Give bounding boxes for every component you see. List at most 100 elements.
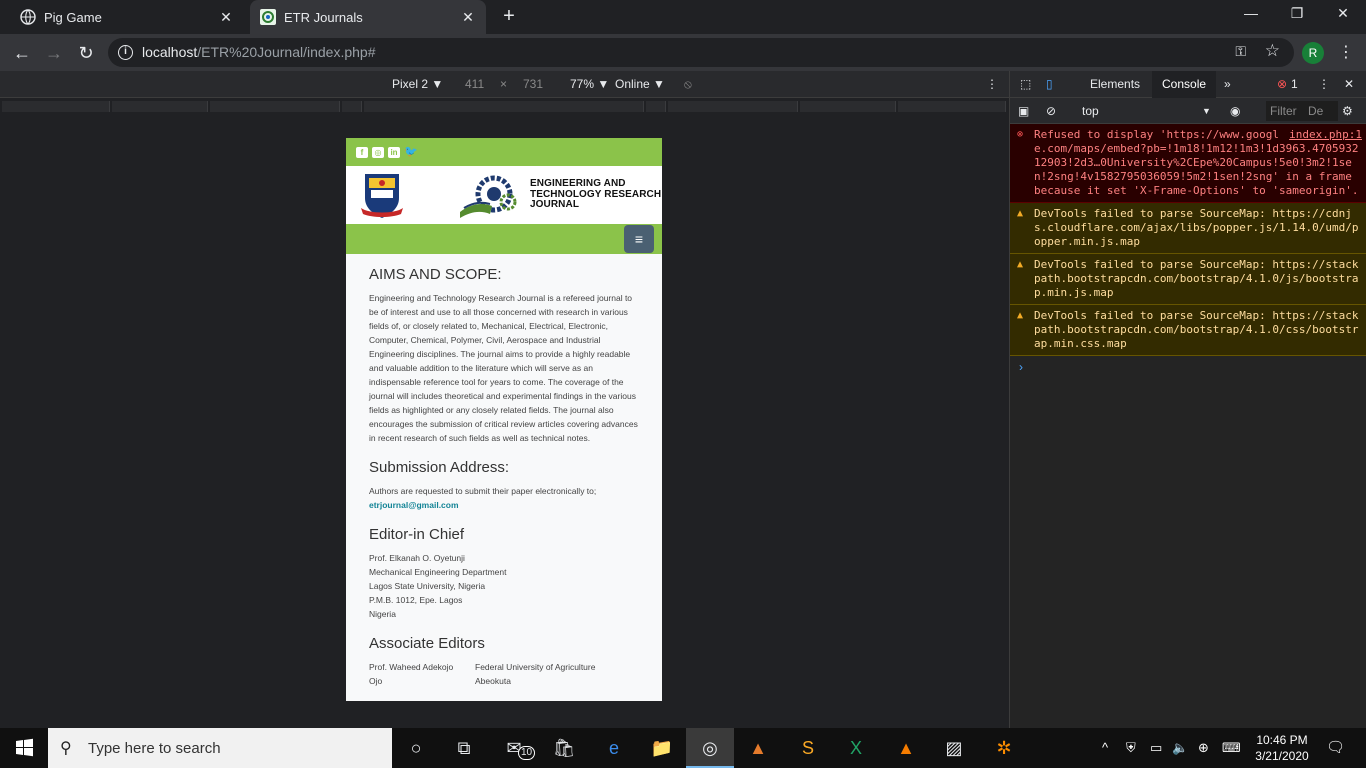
live-expression-eye-icon[interactable]: ◉ <box>1230 104 1240 118</box>
mail-icon[interactable]: ✉ 10 <box>490 728 538 768</box>
tab-pig-game[interactable]: Pig Game ✕ <box>0 0 244 34</box>
mobile-page[interactable]: f ◎ in 🐦 ENGINEERING AND TECHNOLOGY RESE… <box>346 138 662 701</box>
device-toggle-icon[interactable]: ▯ <box>1046 77 1053 91</box>
excel-icon[interactable]: X <box>832 728 880 768</box>
aims-text: Engineering and Technology Research Jour… <box>369 293 638 443</box>
tab-close-icon[interactable]: ✕ <box>460 9 476 25</box>
chrome-icon[interactable]: ◎ <box>686 728 734 768</box>
console-settings-gear-icon[interactable]: ⚙ <box>1342 104 1353 118</box>
console-error-message: ⊗ index.php:1 Refused to display 'https:… <box>1010 124 1366 203</box>
defender-icon[interactable]: ⛨ <box>1126 740 1136 756</box>
log-levels-select[interactable]: De <box>1308 104 1323 118</box>
twitter-icon[interactable]: 🐦 <box>404 147 418 158</box>
context-select[interactable]: top <box>1082 104 1099 118</box>
info-icon[interactable]: i <box>118 45 133 60</box>
media-query-bar <box>0 98 1009 116</box>
linkedin-icon[interactable]: in <box>388 147 400 158</box>
tab-title: ETR Journals <box>284 9 363 25</box>
taskbar-search[interactable]: ⚲ Type here to search <box>48 728 392 768</box>
zoom-select[interactable]: 77% ▼ <box>570 77 609 91</box>
tab-elements[interactable]: Elements <box>1090 77 1140 91</box>
message-text[interactable]: DevTools failed to parse SourceMap: http… <box>1034 207 1359 248</box>
viewport-width[interactable]: 411 <box>465 77 484 91</box>
viewport-height[interactable]: 731 <box>523 77 543 91</box>
notifications-icon[interactable]: 🗨 <box>1326 738 1345 756</box>
console-messages: ⊗ index.php:1 Refused to display 'https:… <box>1010 124 1366 374</box>
message-text[interactable]: DevTools failed to parse SourceMap: http… <box>1034 309 1359 350</box>
windows-taskbar: ⚲ Type here to search ○ ⧉ ✉ 10 🛍 e 📁 ◎ ▲ … <box>0 728 1366 768</box>
photos-icon[interactable]: ▨ <box>930 728 978 768</box>
facebook-icon[interactable]: f <box>356 147 368 158</box>
error-count: 1 <box>1291 77 1298 91</box>
show-hidden-icons[interactable]: ^ <box>1102 740 1108 755</box>
network-globe-icon[interactable]: ⊕ <box>1198 740 1209 756</box>
clock-date: 3/21/2020 <box>1255 749 1309 763</box>
emulated-viewport: f ◎ in 🐦 ENGINEERING AND TECHNOLOGY RESE… <box>0 116 1009 728</box>
devtools-menu-icon[interactable]: ⋮ <box>1318 77 1330 91</box>
instagram-icon[interactable]: ◎ <box>372 147 384 158</box>
window-close-button[interactable]: ✕ <box>1328 5 1358 22</box>
throttle-select[interactable]: Online ▼ <box>615 77 665 91</box>
xampp-icon[interactable]: ✲ <box>980 728 1028 768</box>
task-view-icon[interactable]: ⧉ <box>440 728 488 768</box>
error-icon: ⊗ <box>1017 129 1024 140</box>
console-warning-message: ▲ DevTools failed to parse SourceMap: ht… <box>1010 254 1366 305</box>
university-crest-logo <box>361 174 403 218</box>
mail-badge: 10 <box>518 746 536 760</box>
tab-console[interactable]: Console <box>1152 71 1217 98</box>
battery-icon[interactable]: ▭ <box>1150 740 1162 756</box>
back-icon[interactable]: ← <box>10 41 34 65</box>
volume-icon[interactable]: 🔈 <box>1172 740 1188 756</box>
console-prompt[interactable]: › <box>1010 356 1366 374</box>
sublime-text-icon[interactable]: S <box>784 728 832 768</box>
console-filter-input[interactable]: Filter <box>1266 101 1338 121</box>
matlab-icon[interactable]: ▲ <box>734 728 782 768</box>
editor-section: Editor-in Chief Prof. Elkanah O. Oyetunj… <box>369 526 639 621</box>
aims-heading: AIMS AND SCOPE: <box>369 266 502 283</box>
device-toolbar-menu-icon[interactable]: ⋮ <box>986 77 998 91</box>
rotate-icon[interactable]: ⦸ <box>684 77 692 92</box>
devtools-panel: ⬚ ▯ Elements Console » ⊗ 1 ⋮ ✕ ▣ ⊘ top ▼… <box>1009 71 1366 728</box>
windows-start-icon[interactable] <box>0 728 48 768</box>
clear-console-icon[interactable]: ⊘ <box>1046 104 1056 118</box>
browser-menu-icon[interactable]: ⋮ <box>1338 42 1354 62</box>
vlc-icon[interactable]: ▲ <box>882 728 930 768</box>
browser-toolbar: ← → ↻ i localhost/ETR%20Journal/index.ph… <box>0 34 1366 71</box>
file-explorer-icon[interactable]: 📁 <box>638 728 686 768</box>
edge-icon[interactable]: e <box>590 728 638 768</box>
address-bar[interactable]: i localhost/ETR%20Journal/index.php# ⚿ ☆ <box>108 38 1294 67</box>
associate-row: Ojo Abeokuta <box>369 674 639 688</box>
tab-close-icon[interactable]: ✕ <box>218 9 234 25</box>
keyboard-icon[interactable]: ⌨ <box>1222 740 1241 756</box>
new-tab-button[interactable]: + <box>498 5 520 28</box>
bookmark-star-icon[interactable]: ☆ <box>1265 41 1280 61</box>
clock-time: 10:46 PM <box>1256 733 1308 747</box>
url-text[interactable]: localhost/ETR%20Journal/index.php# <box>142 44 376 60</box>
message-source-link[interactable]: index.php:1 <box>1289 128 1362 142</box>
forward-icon[interactable]: → <box>42 41 66 65</box>
cortana-icon[interactable]: ○ <box>392 728 440 768</box>
associate-section: Associate Editors Prof. Waheed Adekojo F… <box>369 635 639 688</box>
devtools-tabbar: ⬚ ▯ Elements Console » ⊗ 1 ⋮ ✕ <box>1010 71 1366 98</box>
tab-etr-journals[interactable]: ETR Journals ✕ <box>250 0 486 34</box>
context-dropdown-icon[interactable]: ▼ <box>1202 106 1211 116</box>
device-select[interactable]: Pixel 2 ▼ <box>392 77 443 91</box>
inspect-element-icon[interactable]: ⬚ <box>1020 77 1031 91</box>
console-warning-message: ▲ DevTools failed to parse SourceMap: ht… <box>1010 305 1366 356</box>
sidebar-toggle-icon[interactable]: ▣ <box>1018 104 1029 118</box>
key-icon[interactable]: ⚿ <box>1235 43 1246 60</box>
submission-email-link[interactable]: etrjournal@gmail.com <box>369 498 639 512</box>
restore-button[interactable]: ❐ <box>1282 5 1312 22</box>
reload-icon[interactable]: ↻ <box>74 41 98 65</box>
error-badge-icon[interactable]: ⊗ <box>1277 77 1287 91</box>
hamburger-menu-icon[interactable]: ≡ <box>624 225 654 253</box>
devtools-close-icon[interactable]: ✕ <box>1344 77 1354 91</box>
store-icon[interactable]: 🛍 <box>540 728 588 768</box>
minimize-button[interactable]: — <box>1236 5 1266 21</box>
profile-avatar[interactable]: R <box>1302 42 1324 64</box>
message-text[interactable]: DevTools failed to parse SourceMap: http… <box>1034 258 1359 299</box>
globe-icon <box>20 9 36 25</box>
more-tabs-icon[interactable]: » <box>1224 77 1231 91</box>
associate-name: Prof. Waheed Adekojo <box>369 662 454 672</box>
system-clock[interactable]: 10:46 PM 3/21/2020 <box>1252 732 1312 764</box>
